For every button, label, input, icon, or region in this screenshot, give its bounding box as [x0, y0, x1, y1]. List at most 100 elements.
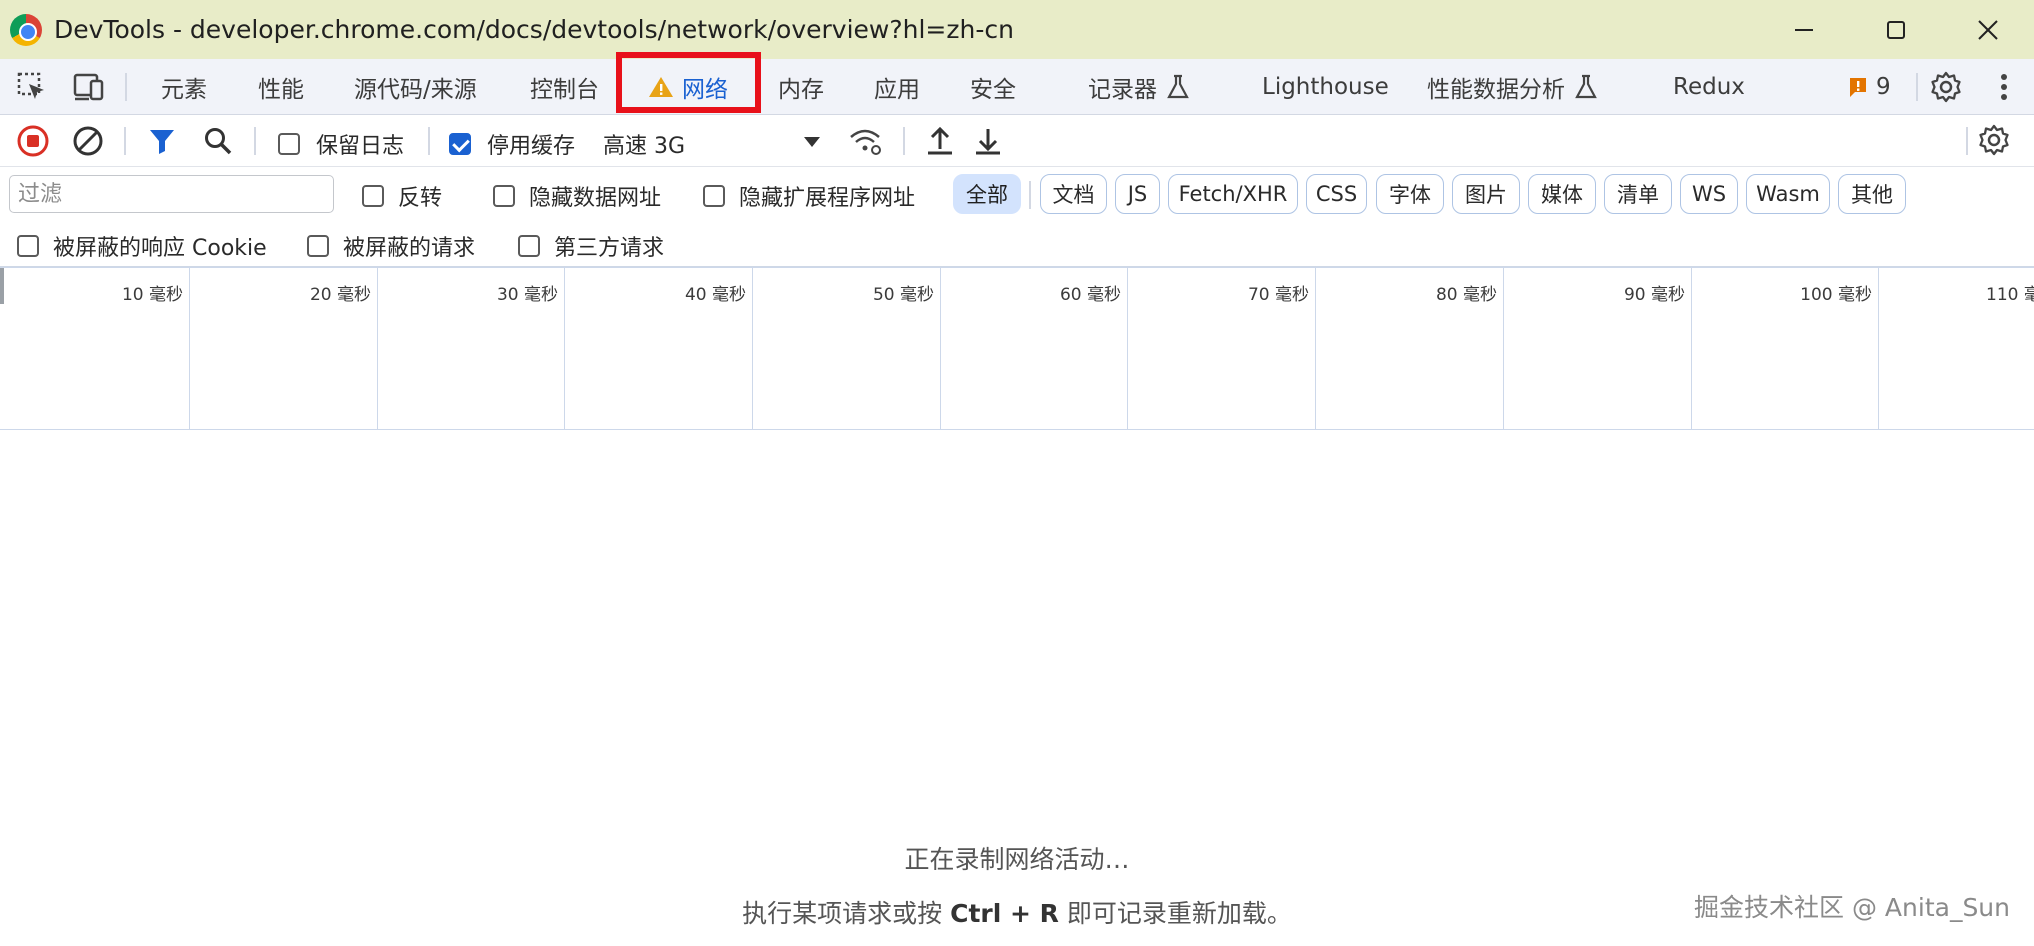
timeline-tick: 10 毫秒 [0, 268, 190, 429]
tab-performance-insights[interactable]: 性能数据分析 [1427, 59, 1597, 115]
filter-chip-manifest[interactable]: 清单 [1604, 174, 1672, 214]
throttling-value: 高速 3G [603, 134, 686, 159]
network-tab-highlight [616, 52, 761, 113]
tab-elements[interactable]: 元素 [161, 59, 207, 115]
throttling-select[interactable]: 高速 3G [603, 128, 823, 160]
minimize-icon[interactable] [1758, 0, 1850, 59]
toolbar-divider [254, 127, 256, 155]
tick-label: 60 毫秒 [1059, 285, 1121, 305]
checkbox-box[interactable] [278, 133, 300, 155]
preserve-log-checkbox[interactable]: 保留日志 [278, 128, 404, 160]
filter-chip-all[interactable]: 全部 [953, 174, 1021, 214]
issues-badge[interactable]: 9 [1848, 59, 1891, 115]
tab-application[interactable]: 应用 [874, 59, 920, 115]
chip-label: 文档 [1052, 183, 1095, 207]
filter-chip-media[interactable]: 媒体 [1528, 174, 1596, 214]
filter-chip-img[interactable]: 图片 [1452, 174, 1520, 214]
filter-chip-doc[interactable]: 文档 [1040, 174, 1107, 214]
inspect-element-icon[interactable] [14, 69, 50, 105]
search-icon[interactable] [203, 126, 233, 156]
checkbox-box[interactable] [493, 185, 515, 207]
filter-chip-fetch-xhr[interactable]: Fetch/XHR [1168, 174, 1298, 214]
filter-chip-other[interactable]: 其他 [1838, 174, 1906, 214]
third-party-requests-label: 第三方请求 [554, 236, 665, 261]
chip-label: Wasm [1756, 182, 1820, 206]
tick-label: 50 毫秒 [872, 285, 934, 305]
timeline-tick: 50 毫秒 [753, 268, 941, 429]
network-settings-gear-icon[interactable] [1978, 124, 2010, 156]
filter-funnel-icon[interactable] [147, 126, 177, 156]
blocked-requests-checkbox[interactable]: 被屏蔽的请求 [307, 230, 475, 262]
window-title: DevTools - developer.chrome.com/docs/dev… [54, 15, 1014, 44]
tab-label: 元素 [161, 77, 207, 103]
filter-chip-ws[interactable]: WS [1680, 174, 1738, 214]
hide-extension-urls-checkbox[interactable]: 隐藏扩展程序网址 [703, 180, 915, 212]
tab-performance[interactable]: 性能 [258, 59, 304, 115]
checkbox-box[interactable] [703, 185, 725, 207]
filter-chip-js[interactable]: JS [1115, 174, 1160, 214]
close-icon[interactable] [1942, 0, 2034, 59]
tab-redux[interactable]: Redux [1673, 59, 1745, 115]
hide-data-urls-label: 隐藏数据网址 [529, 186, 662, 211]
timeline-tick: 30 毫秒 [378, 268, 565, 429]
window-controls [1758, 0, 2034, 59]
filter-chip-font[interactable]: 字体 [1376, 174, 1444, 214]
dropdown-arrow-icon [804, 137, 820, 147]
more-options-icon[interactable] [1986, 69, 2022, 105]
chip-label: WS [1691, 182, 1727, 206]
clear-icon[interactable] [71, 124, 105, 158]
chip-label: CSS [1315, 182, 1358, 206]
toolbar-divider [124, 127, 126, 155]
checkbox-box[interactable] [449, 133, 471, 155]
toolbar-divider [125, 73, 127, 101]
settings-gear-icon[interactable] [1928, 69, 1964, 105]
tab-recorder[interactable]: 记录器 [1088, 59, 1189, 115]
filter-input[interactable] [9, 175, 334, 213]
tab-label: 记录器 [1088, 77, 1157, 103]
tick-label: 70 毫秒 [1247, 285, 1309, 305]
checkbox-box[interactable] [362, 185, 384, 207]
filter-chip-wasm[interactable]: Wasm [1746, 174, 1830, 214]
record-stop-icon[interactable] [16, 124, 50, 158]
toolbar-divider [428, 127, 430, 155]
tab-label: 性能数据分析 [1427, 77, 1565, 103]
hide-data-urls-checkbox[interactable]: 隐藏数据网址 [493, 180, 661, 212]
blocked-response-cookies-checkbox[interactable]: 被屏蔽的响应 Cookie [17, 230, 267, 262]
timeline-tick: 20 毫秒 [190, 268, 378, 429]
export-har-icon[interactable] [972, 125, 1004, 157]
checkbox-box[interactable] [518, 235, 540, 257]
tick-label: 80 毫秒 [1435, 285, 1497, 305]
timeline-tick: 90 毫秒 [1504, 268, 1692, 429]
flask-icon [1575, 74, 1597, 99]
network-timeline-overview[interactable]: 10 毫秒 20 毫秒 30 毫秒 40 毫秒 50 毫秒 60 毫秒 70 毫… [0, 267, 2034, 430]
tab-lighthouse[interactable]: Lighthouse [1262, 59, 1389, 115]
network-conditions-icon[interactable] [848, 125, 884, 157]
timeline-tick: 60 毫秒 [941, 268, 1128, 429]
maximize-icon[interactable] [1850, 0, 1942, 59]
disable-cache-label: 停用缓存 [487, 134, 576, 159]
checkbox-box[interactable] [17, 235, 39, 257]
toolbar-divider [1916, 73, 1918, 101]
toolbar-divider [903, 127, 905, 155]
tab-security[interactable]: 安全 [970, 59, 1016, 115]
issues-count: 9 [1876, 74, 1891, 100]
filter-chip-css[interactable]: CSS [1306, 174, 1367, 214]
import-har-icon[interactable] [924, 125, 956, 157]
third-party-requests-checkbox[interactable]: 第三方请求 [518, 230, 664, 262]
device-toolbar-icon[interactable] [70, 69, 106, 105]
disable-cache-checkbox[interactable]: 停用缓存 [449, 128, 575, 160]
devtools-tab-bar: 元素 性能 源代码/来源 控制台 网络 内存 应用 安全 记录器 Lightho… [0, 59, 2034, 115]
invert-checkbox[interactable]: 反转 [362, 180, 442, 212]
watermark-text: 掘金技术社区 @ Anita_Sun [1694, 893, 2010, 922]
preserve-log-label: 保留日志 [316, 134, 405, 159]
chip-label: 图片 [1465, 183, 1507, 207]
tab-console[interactable]: 控制台 [530, 59, 599, 115]
tick-label: 40 毫秒 [684, 285, 746, 305]
chip-label: 清单 [1617, 183, 1659, 207]
tick-label: 90 毫秒 [1623, 285, 1685, 305]
tab-memory[interactable]: 内存 [778, 59, 824, 115]
filter-bar: 反转 隐藏数据网址 隐藏扩展程序网址 全部 文档 JS Fetch/XHR CS… [0, 167, 2034, 267]
tab-sources[interactable]: 源代码/来源 [354, 59, 477, 115]
checkbox-box[interactable] [307, 235, 329, 257]
timeline-tick: 100 毫秒 [1692, 268, 1879, 429]
